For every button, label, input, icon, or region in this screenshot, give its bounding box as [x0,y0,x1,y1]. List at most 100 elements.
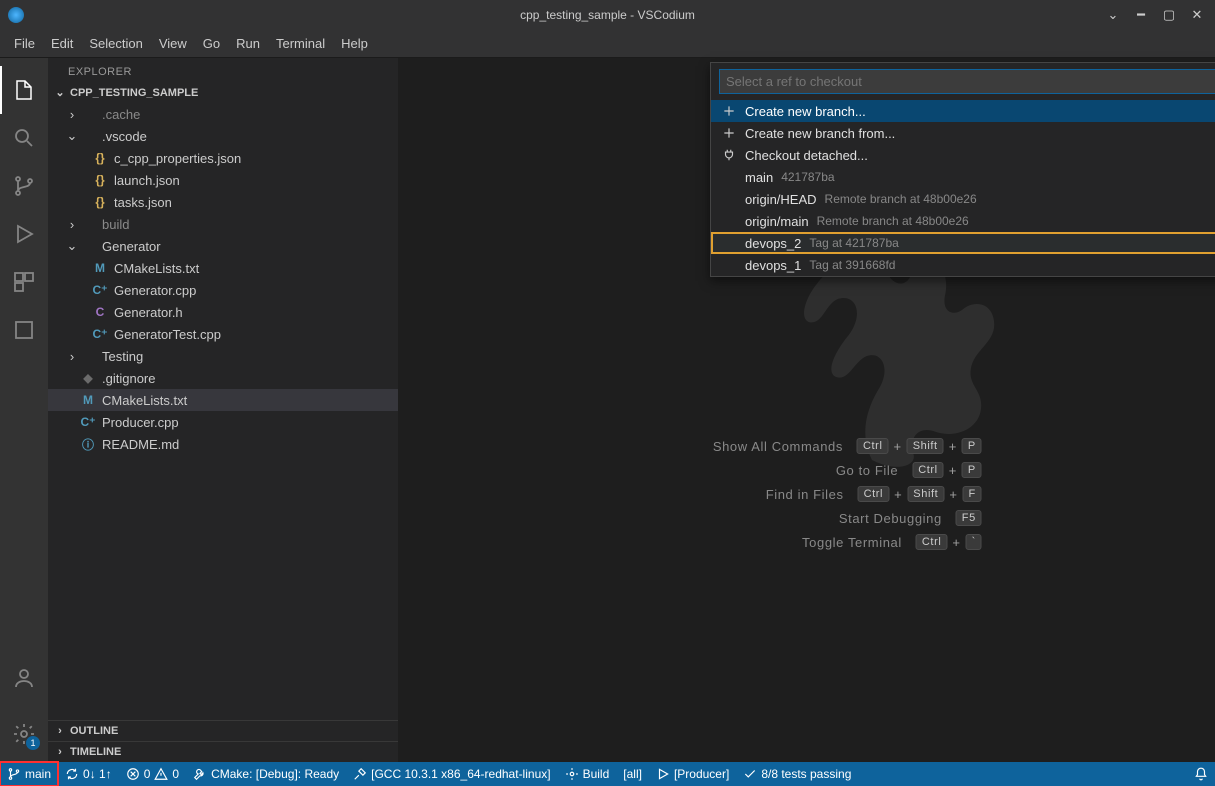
file-name: README.md [102,437,179,452]
quickpick-primary: devops_2 [745,236,801,251]
plus-separator: + [894,487,902,502]
file-name: c_cpp_properties.json [114,151,241,166]
quickpick-primary: main [745,170,773,185]
plus-separator: + [893,439,901,454]
status-target[interactable]: [all] [616,762,649,786]
menu-selection[interactable]: Selection [81,30,150,57]
status-bell[interactable] [1187,767,1215,781]
menu-run[interactable]: Run [228,30,268,57]
tree-item[interactable]: MCMakeLists.txt [48,389,398,411]
quickpick-item[interactable]: Checkout detached... [711,144,1215,166]
quickpick-item[interactable]: origin/HEADRemote branch at 48b00e26 [711,188,1215,210]
minimize-icon[interactable]: ━ [1131,7,1151,23]
branch-icon [7,767,21,781]
target-text: [all] [623,767,642,781]
tree-item[interactable]: C⁺Producer.cpp [48,411,398,433]
status-cmake[interactable]: CMake: [Debug]: Ready [186,762,346,786]
activity-extensions[interactable] [0,258,48,306]
build-text: Build [583,767,610,781]
chevron-down-icon: ⌄ [54,86,66,99]
tree-item[interactable]: CGenerator.h [48,301,398,323]
menu-terminal[interactable]: Terminal [268,30,333,57]
key-`: ` [966,534,982,550]
error-count: 0 [144,767,151,781]
quickpick-primary: Checkout detached... [745,148,868,163]
activity-scm[interactable] [0,162,48,210]
quickpick-input[interactable] [719,69,1215,94]
activity-debug[interactable] [0,210,48,258]
tree-item[interactable]: ⓘREADME.md [48,433,398,455]
menu-help[interactable]: Help [333,30,376,57]
quickpick-item[interactable]: main421787ba [711,166,1215,188]
quickpick-primary: Create new branch from... [745,126,895,141]
status-problems[interactable]: 0 0 [119,762,186,786]
file-name: Generator [102,239,161,254]
tree-item[interactable]: {}launch.json [48,169,398,191]
twistie-icon: › [64,217,80,232]
plus-icon [721,126,737,140]
file-name: CMakeLists.txt [114,261,199,276]
project-header[interactable]: ⌄ CPP_TESTING_SAMPLE [48,82,398,103]
activity-explorer[interactable] [0,66,48,114]
file-icon: C⁺ [92,283,108,297]
welcome-row: Show All CommandsCtrl+Shift+P [713,438,982,454]
activity-account[interactable] [0,654,48,702]
tree-item[interactable]: {}c_cpp_properties.json [48,147,398,169]
quickpick-primary: devops_1 [745,258,801,273]
tree-item[interactable]: ◆.gitignore [48,367,398,389]
welcome-label: Start Debugging [839,511,942,526]
bell-icon [1194,767,1208,781]
quickpick-item[interactable]: Create new branch from... [711,122,1215,144]
tree-item[interactable]: C⁺GeneratorTest.cpp [48,323,398,345]
welcome-shortcuts: Show All CommandsCtrl+Shift+P Go to FileC… [713,430,982,558]
plus-separator: + [949,463,957,478]
activity-settings[interactable]: 1 [0,710,48,758]
key-combo: Ctrl+P [912,462,982,478]
tree-item[interactable]: MCMakeLists.txt [48,257,398,279]
status-branch[interactable]: main [0,762,58,786]
key-combo: F5 [956,510,982,526]
activity-cmake[interactable] [0,306,48,354]
settings-badge: 1 [26,736,40,750]
status-kit[interactable]: [GCC 10.3.1 x86_64-redhat-linux] [346,762,557,786]
status-build[interactable]: Build [558,762,617,786]
extensions-icon [12,270,36,294]
tree-item[interactable]: C⁺Generator.cpp [48,279,398,301]
quickpick-item[interactable]: devops_1Tag at 391668fd [711,254,1215,276]
tree-item[interactable]: ⌄Generator [48,235,398,257]
close-icon[interactable]: ✕ [1187,7,1207,23]
file-icon: ◆ [80,371,96,385]
tree-item[interactable]: ⌄.vscode [48,125,398,147]
win-overflow-icon[interactable]: ⌄ [1103,7,1123,23]
menu-view[interactable]: View [151,30,195,57]
status-sync[interactable]: 0↓ 1↑ [58,762,119,786]
tree-item[interactable]: ›.cache [48,103,398,125]
file-icon: {} [92,173,108,187]
status-launch[interactable]: [Producer] [649,762,736,786]
menu-edit[interactable]: Edit [43,30,81,57]
debug-icon [12,222,36,246]
plus-separator: + [952,535,960,550]
quickpick-secondary: Remote branch at 48b00e26 [817,214,969,228]
menu-file[interactable]: File [6,30,43,57]
timeline-header[interactable]: › TIMELINE [48,741,398,762]
activity-search[interactable] [0,114,48,162]
key-ctrl: Ctrl [858,486,890,502]
file-icon: C⁺ [92,327,108,341]
menu-go[interactable]: Go [195,30,228,57]
launch-text: [Producer] [674,767,729,781]
file-name: Generator.h [114,305,183,320]
quickpick-primary: origin/HEAD [745,192,817,207]
tree-item[interactable]: ›Testing [48,345,398,367]
status-tests[interactable]: 8/8 tests passing [736,762,858,786]
quickpick-item[interactable]: origin/mainRemote branch at 48b00e26 [711,210,1215,232]
welcome-row: Go to FileCtrl+P [713,462,982,478]
quickpick-item[interactable]: Create new branch... [711,100,1215,122]
tree-item[interactable]: {}tasks.json [48,191,398,213]
tools-icon [353,767,367,781]
maximize-icon[interactable]: ▢ [1159,7,1179,23]
outline-header[interactable]: › OUTLINE [48,720,398,741]
quickpick-item[interactable]: devops_2Tag at 421787ba [711,232,1215,254]
tree-item[interactable]: ›build [48,213,398,235]
key-combo: Ctrl+Shift+P [857,438,982,454]
